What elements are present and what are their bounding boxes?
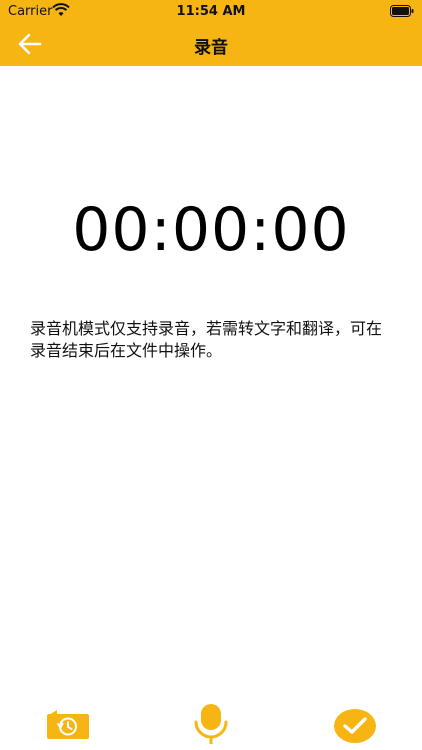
recording-timer: 00:00:00 bbox=[72, 195, 350, 265]
status-bar: Carrier 11:54 AM bbox=[0, 0, 422, 22]
navigation-bar: 录音 bbox=[0, 22, 422, 66]
history-icon bbox=[47, 710, 89, 739]
recorder-mode-notice: 录音机模式仅支持录音，若需转文字和翻译，可在录音结束后在文件中操作。 bbox=[30, 319, 383, 360]
checkmark-icon bbox=[334, 709, 376, 743]
page-title: 录音 bbox=[194, 38, 228, 58]
status-time: 11:54 AM bbox=[176, 4, 246, 19]
bottom-toolbar bbox=[0, 690, 422, 750]
top-bar: Carrier 11:54 AM 录音 bbox=[0, 0, 422, 66]
microphone-icon bbox=[194, 704, 228, 744]
history-button[interactable] bbox=[44, 700, 92, 748]
done-button[interactable] bbox=[331, 700, 379, 748]
battery-icon bbox=[390, 5, 414, 17]
microphone-button[interactable] bbox=[189, 700, 233, 748]
